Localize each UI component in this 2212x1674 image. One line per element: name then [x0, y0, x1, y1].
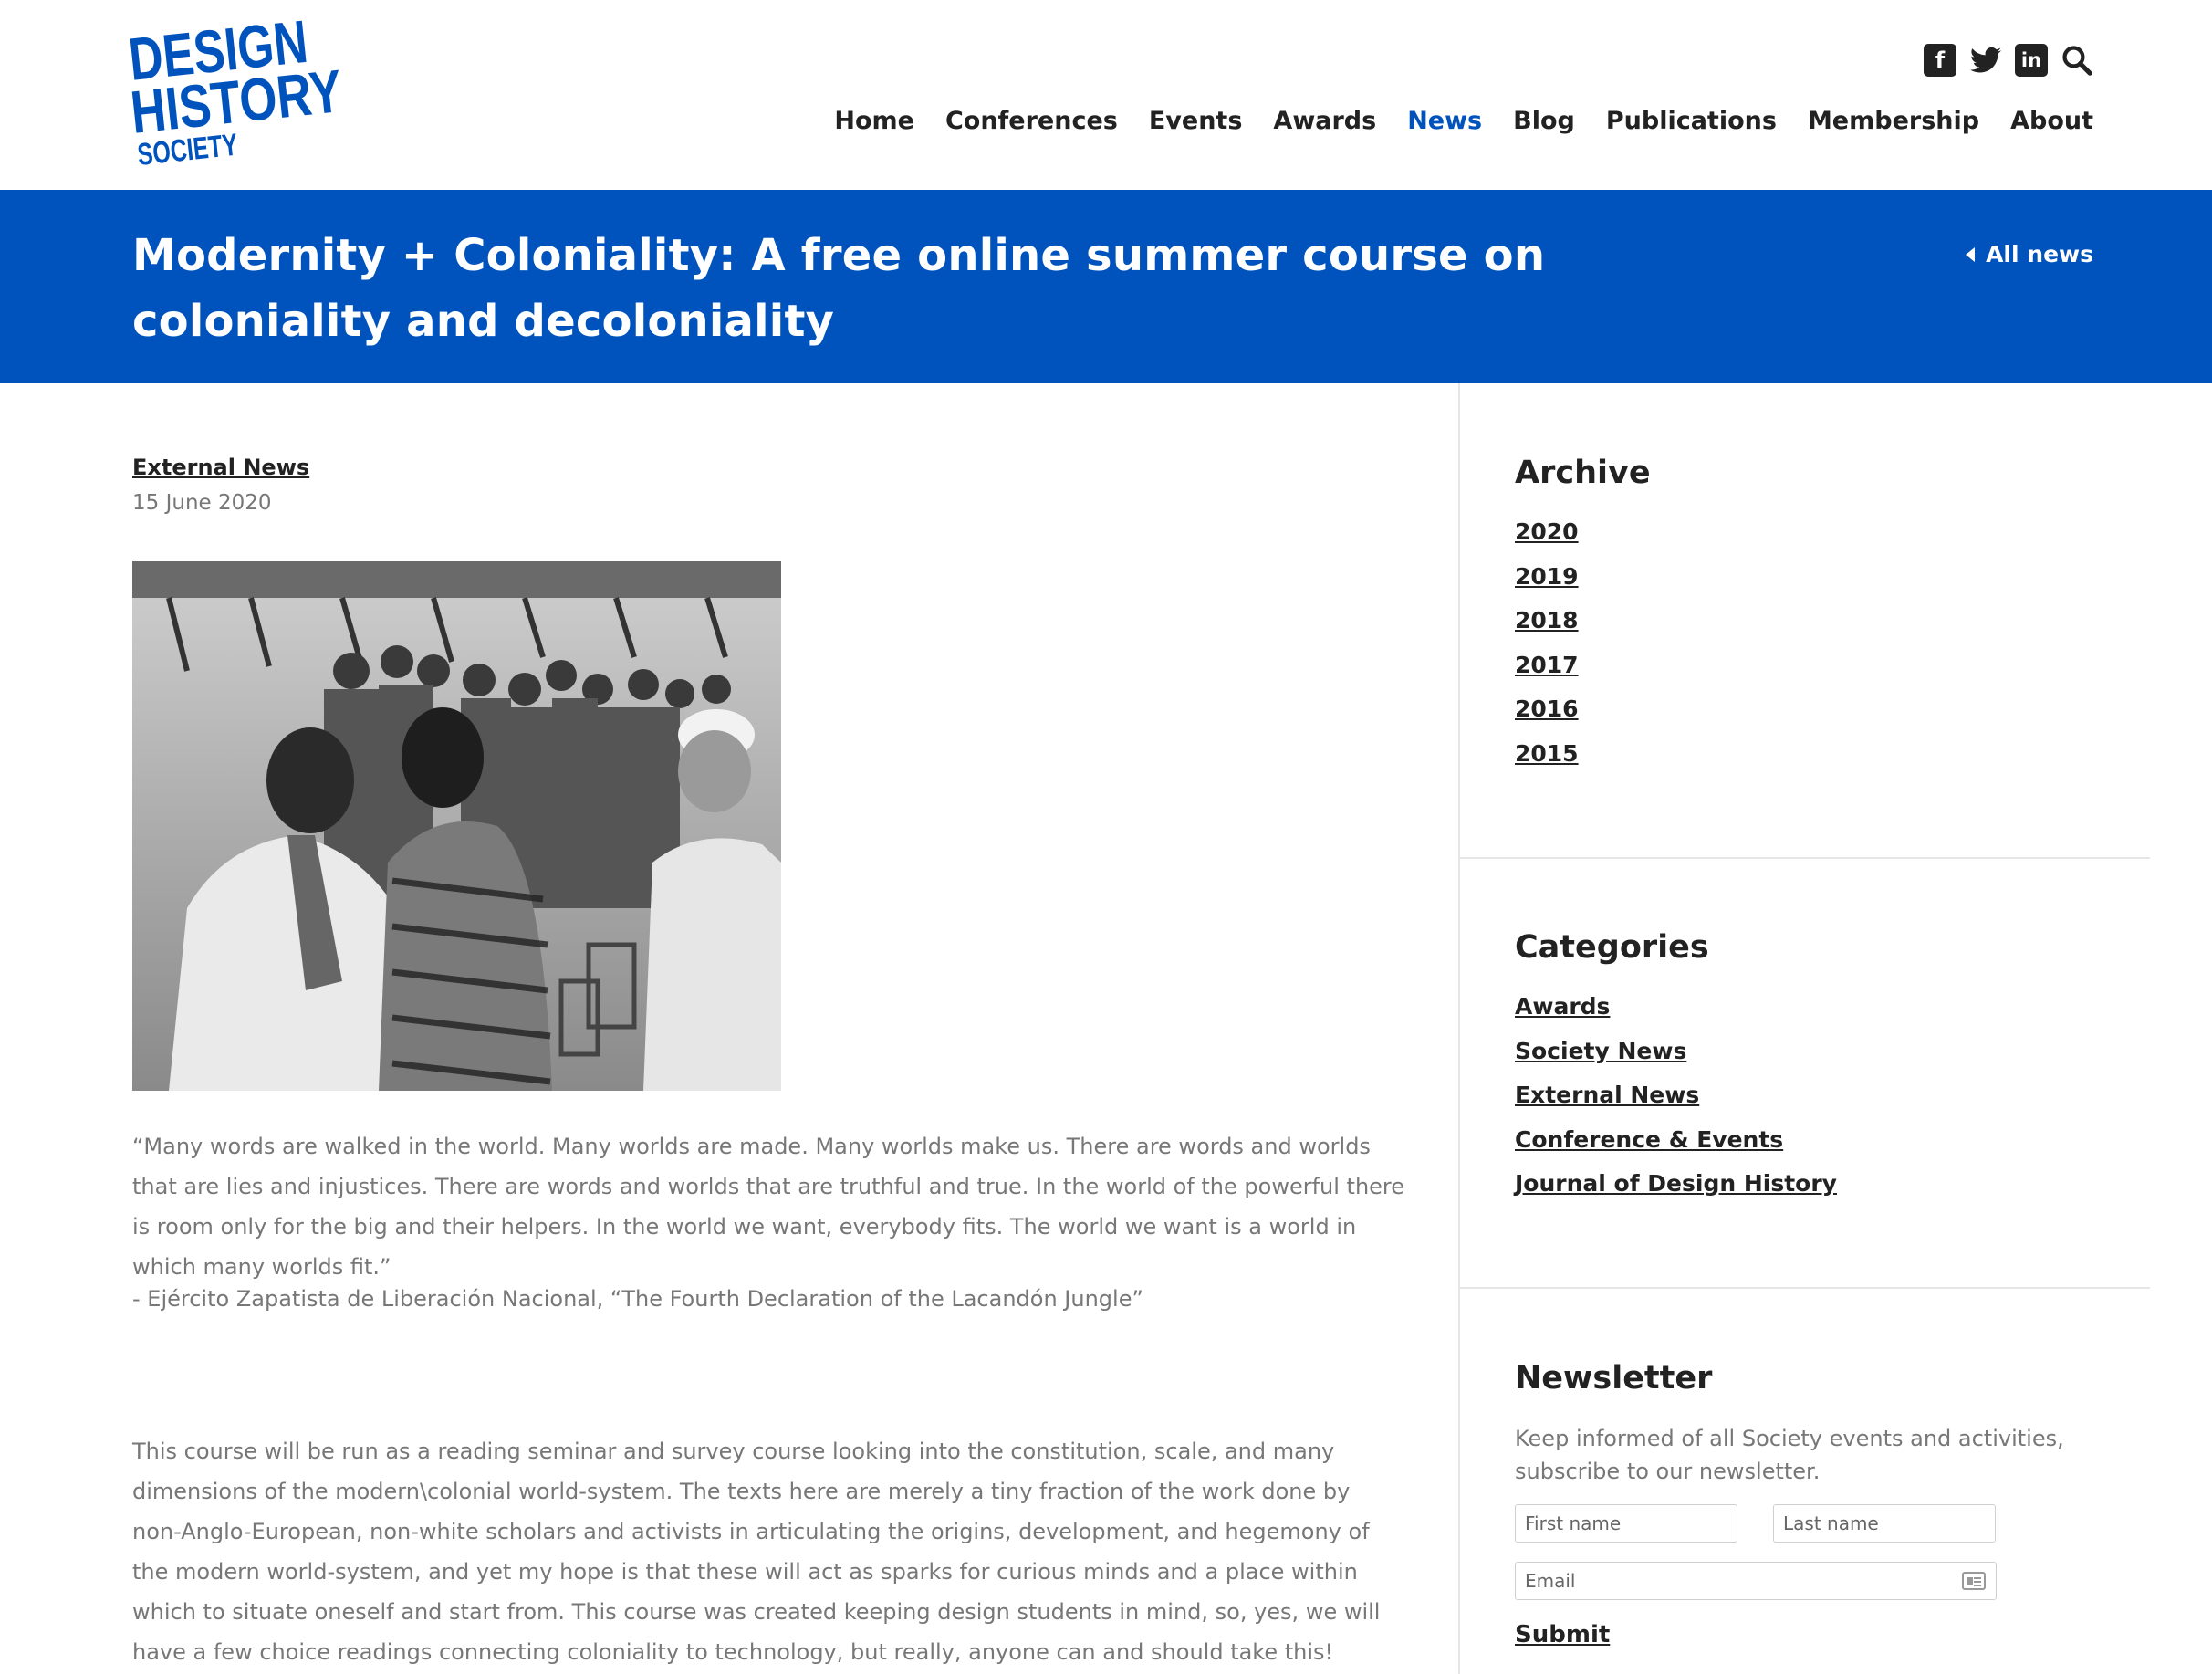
article-quote: “Many words are walked in the world. Man… — [132, 1134, 1405, 1280]
list-item: 2018 — [1515, 607, 2154, 652]
archive-heading: Archive — [1515, 455, 1651, 491]
archive-list: 2020 2019 2018 2017 2016 2015 — [1515, 518, 2154, 784]
article-photo — [132, 561, 781, 1091]
list-item: Society News — [1515, 1038, 2154, 1083]
twitter-icon[interactable] — [1969, 44, 2002, 77]
categories-widget: Categories Awards Society News External … — [1515, 929, 2154, 1215]
categories-heading: Categories — [1515, 929, 1709, 966]
social-links: f in — [1924, 44, 2093, 77]
nav-publications[interactable]: Publications — [1606, 107, 1777, 135]
list-item: Conference & Events — [1515, 1126, 2154, 1171]
archive-year-2015[interactable]: 2015 — [1515, 740, 1579, 767]
all-news-link[interactable]: All news — [1966, 241, 2093, 267]
archive-year-2018[interactable]: 2018 — [1515, 607, 1579, 633]
list-item: Journal of Design History — [1515, 1170, 2154, 1215]
archive-year-2016[interactable]: 2016 — [1515, 696, 1579, 722]
newsletter-heading: Newsletter — [1515, 1360, 1713, 1397]
archive-year-2019[interactable]: 2019 — [1515, 563, 1579, 590]
nav-blog[interactable]: Blog — [1513, 107, 1575, 135]
article-category-link[interactable]: External News — [132, 455, 309, 480]
all-news-label: All news — [1986, 241, 2093, 267]
list-item: External News — [1515, 1082, 2154, 1126]
category-conference-events[interactable]: Conference & Events — [1515, 1126, 1783, 1153]
quote-attribution: - Ejército Zapatista de Liberación Nacio… — [132, 1286, 1143, 1312]
nav-home[interactable]: Home — [834, 107, 914, 135]
category-awards[interactable]: Awards — [1515, 993, 1610, 1020]
magnifier-glyph — [2062, 46, 2092, 76]
submit-button[interactable]: Submit — [1515, 1621, 1610, 1648]
sidebar-separator — [1460, 857, 2150, 859]
list-item: 2015 — [1515, 740, 2154, 785]
logo-graphic: DESIGN HISTORY SOCIETY — [126, 7, 345, 173]
nav-news[interactable]: News — [1407, 107, 1482, 135]
title-band: Modernity + Coloniality: A free online s… — [0, 190, 2212, 383]
search-icon[interactable] — [2061, 44, 2093, 77]
main-navigation: Home Conferences Events Awards News Blog… — [834, 107, 2093, 135]
contact-card-icon — [1962, 1572, 1986, 1590]
category-society-news[interactable]: Society News — [1515, 1038, 1686, 1064]
email-field[interactable] — [1515, 1562, 1997, 1600]
facebook-icon[interactable]: f — [1924, 44, 1956, 77]
linkedin-icon[interactable]: in — [2015, 44, 2048, 77]
nav-membership[interactable]: Membership — [1808, 107, 1979, 135]
article-date: 15 June 2020 — [132, 491, 272, 515]
newsletter-description: Keep informed of all Society events and … — [1515, 1426, 2064, 1484]
back-arrow-icon — [1966, 246, 1976, 262]
list-item: 2017 — [1515, 652, 2154, 696]
category-journal-of-design-history[interactable]: Journal of Design History — [1515, 1170, 1837, 1197]
categories-list: Awards Society News External News Confer… — [1515, 993, 2154, 1215]
archive-year-2017[interactable]: 2017 — [1515, 652, 1579, 678]
sidebar-divider — [1458, 383, 1460, 1674]
list-item: 2016 — [1515, 696, 2154, 740]
first-name-field[interactable] — [1515, 1504, 1737, 1543]
last-name-field[interactable] — [1773, 1504, 1996, 1543]
list-item: 2020 — [1515, 518, 2154, 563]
sidebar-separator — [1460, 1287, 2150, 1289]
facebook-glyph: f — [1935, 47, 1946, 73]
category-external-news[interactable]: External News — [1515, 1082, 1699, 1108]
page-title: Modernity + Coloniality: A free online s… — [132, 230, 1546, 347]
archive-widget: Archive 2020 2019 2018 2017 2016 2015 — [1515, 455, 2154, 784]
list-item: Awards — [1515, 993, 2154, 1038]
twitter-bird — [1970, 47, 2001, 73]
site-logo[interactable]: DESIGN HISTORY SOCIETY — [126, 7, 349, 173]
newsletter-widget: Newsletter Keep informed of all Society … — [1515, 1360, 2154, 1488]
archive-year-2020[interactable]: 2020 — [1515, 518, 1579, 545]
site-header: DESIGN HISTORY SOCIETY f in Home Confere… — [0, 0, 2212, 190]
list-item: 2019 — [1515, 563, 2154, 608]
linkedin-glyph: in — [2020, 49, 2042, 71]
nav-about[interactable]: About — [2010, 107, 2093, 135]
article-body: This course will be run as a reading sem… — [132, 1439, 1381, 1665]
nav-conferences[interactable]: Conferences — [945, 107, 1118, 135]
nav-awards[interactable]: Awards — [1273, 107, 1376, 135]
nav-events[interactable]: Events — [1149, 107, 1243, 135]
